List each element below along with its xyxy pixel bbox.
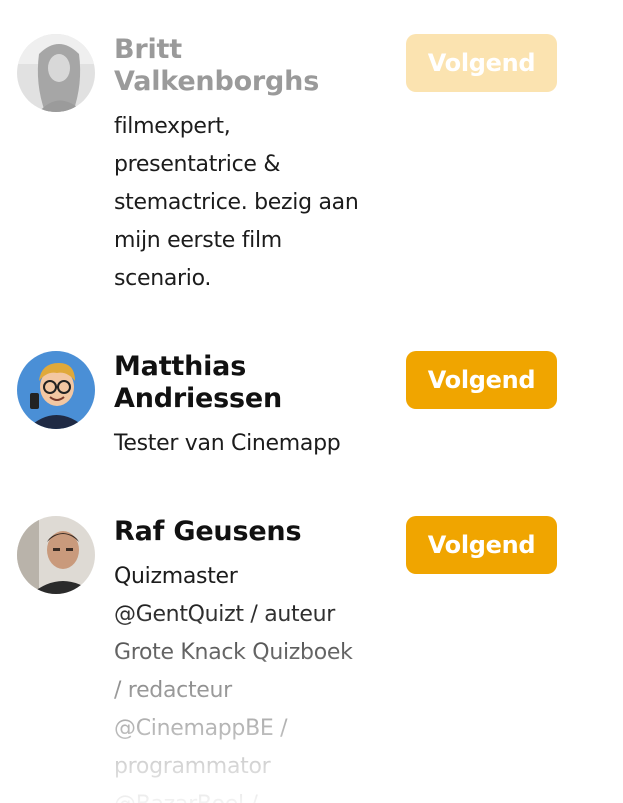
user-avatar[interactable] xyxy=(17,34,95,112)
bio-line: / redacteur xyxy=(114,678,232,703)
follow-button[interactable]: Volgend xyxy=(406,34,557,92)
user-name[interactable]: Britt Valkenborghs xyxy=(114,34,384,98)
follow-button[interactable]: Volgend xyxy=(406,351,557,409)
user-info: Raf Geusens Quizmaster @GentQuizt / aute… xyxy=(114,516,384,803)
user-name-line: Valkenborghs xyxy=(114,66,320,97)
user-name-line: Andriessen xyxy=(114,383,283,414)
avatar-cartoon-icon xyxy=(17,351,95,429)
bio-line: programmator xyxy=(114,754,271,779)
user-name[interactable]: Matthias Andriessen xyxy=(114,351,384,415)
bio-line: Tester van Cinemapp xyxy=(114,431,341,456)
bio-line: presentatrice & xyxy=(114,152,281,177)
bio-line: @CinemappBE / xyxy=(114,716,288,741)
follow-button[interactable]: Volgend xyxy=(406,516,557,574)
user-info: Matthias Andriessen Tester van Cinemapp xyxy=(114,351,384,463)
user-name-line: Matthias xyxy=(114,351,247,382)
bio-line: mijn eerste film xyxy=(114,228,282,253)
bio-line: Grote Knack Quizboek xyxy=(114,640,353,665)
avatar-photo-icon xyxy=(17,516,95,594)
bio-line: stemactrice. bezig aan xyxy=(114,190,359,215)
avatar-photo-icon xyxy=(17,34,95,112)
bio-line: filmexpert, xyxy=(114,114,231,139)
user-bio: Tester van Cinemapp xyxy=(114,425,384,463)
user-bio: filmexpert, presentatrice & stemactrice.… xyxy=(114,108,384,298)
bio-line: scenario. xyxy=(114,266,212,291)
user-avatar[interactable] xyxy=(17,516,95,594)
user-info: Britt Valkenborghs filmexpert, presentat… xyxy=(114,34,384,298)
user-name-line: Raf Geusens xyxy=(114,516,302,547)
user-avatar[interactable] xyxy=(17,351,95,429)
user-name-line: Britt xyxy=(114,34,182,65)
following-list: Britt Valkenborghs filmexpert, presentat… xyxy=(0,0,623,803)
bio-line: @BazarBoel / xyxy=(114,786,384,803)
user-bio: Quizmaster @GentQuizt / auteur Grote Kna… xyxy=(114,558,384,803)
bio-line: Quizmaster xyxy=(114,564,238,589)
bio-line: @GentQuizt / auteur xyxy=(114,602,335,627)
user-name[interactable]: Raf Geusens xyxy=(114,516,384,548)
